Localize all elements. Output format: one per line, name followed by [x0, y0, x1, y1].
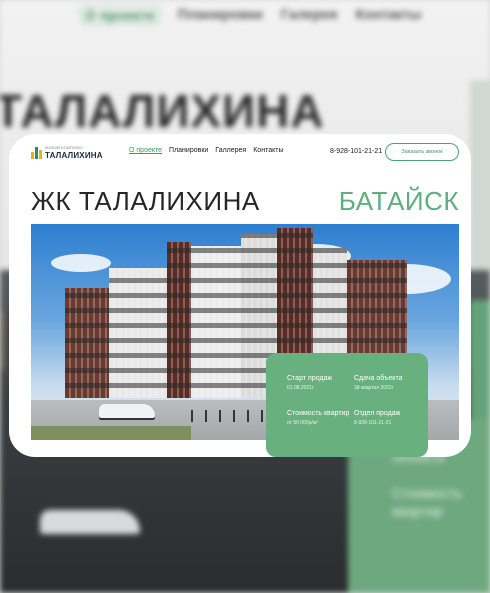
- nav-item-gallery[interactable]: Галлерея: [215, 147, 246, 154]
- background-nav: О проекте Планировки Галерея Контакты: [80, 6, 421, 24]
- background-car: [40, 510, 140, 534]
- background-nav-item: Галерея: [280, 6, 338, 22]
- nav-item-about[interactable]: О проекте: [129, 147, 162, 154]
- sales-dept-phone[interactable]: 8-928-101-21-21: [354, 420, 426, 427]
- city-title: БАТАЙСК: [338, 186, 459, 216]
- background-info-line: квартир: [392, 503, 443, 519]
- main-nav: О проекте Планировки Галлерея Контакты: [129, 147, 283, 154]
- project-info-panel: Старт продаж 01.08.2021г Сдача объекта 3…: [266, 353, 428, 457]
- logo-name: ТАЛАЛИХИНА: [45, 151, 103, 160]
- site-logo[interactable]: ЖИЛОЙ КОМПЛЕКС ТАЛАЛИХИНА: [31, 144, 103, 162]
- delivery-value: 3й квартал 2022г: [354, 385, 394, 391]
- car: [99, 404, 155, 418]
- price-value: от 50 000р/м²: [287, 420, 318, 426]
- background-title: ТАЛАЛИХИНА: [0, 85, 325, 137]
- sales-start-value: 01.08.2021г: [287, 385, 314, 391]
- nav-item-contacts[interactable]: Контакты: [253, 147, 283, 154]
- page-title: ЖК ТАЛАЛИХИНА: [31, 186, 260, 216]
- website-card: ЖИЛОЙ КОМПЛЕКС ТАЛАЛИХИНА О проекте План…: [9, 134, 471, 457]
- delivery: Сдача объекта 3й квартал 2022г: [354, 375, 426, 392]
- background-edge: [470, 80, 490, 270]
- nav-item-plans[interactable]: Планировки: [169, 147, 208, 154]
- sales-start: Старт продаж 01.08.2021г: [287, 375, 359, 392]
- price-label: Стоимость квартир: [287, 410, 350, 417]
- order-call-button[interactable]: Заказать звонок: [385, 143, 459, 161]
- background-nav-item: Контакты: [355, 6, 422, 22]
- sales-dept-label: Отдел продаж: [354, 410, 401, 417]
- background-info-line: Стоимость: [392, 485, 463, 501]
- header-phone[interactable]: 8-928-101-21-21: [330, 148, 382, 155]
- delivery-label: Сдача объекта: [354, 375, 403, 382]
- logo-bars-icon: [31, 146, 43, 159]
- price: Стоимость квартир от 50 000р/м²: [287, 410, 359, 427]
- background-nav-item: О проекте: [80, 6, 160, 24]
- background-nav-item: Планировки: [177, 6, 263, 22]
- logo-subtitle: ЖИЛОЙ КОМПЛЕКС: [45, 145, 84, 150]
- sales-start-label: Старт продаж: [287, 375, 333, 382]
- sales-dept: Отдел продаж 8-928-101-21-21: [354, 410, 426, 427]
